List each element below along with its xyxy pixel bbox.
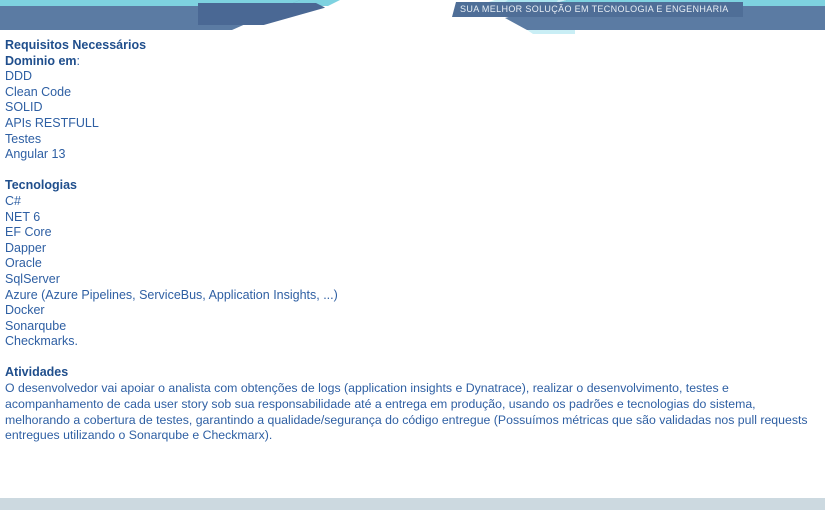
list-item: Angular 13: [5, 147, 66, 162]
list-item: DDD: [5, 69, 33, 84]
requisitos-subtitle-colon: :: [76, 53, 81, 68]
list-item: Clean Code: [5, 84, 72, 99]
atividades-title: Atividades: [5, 365, 69, 380]
requisitos-title: Requisitos Necessários: [5, 38, 147, 52]
header-tagline-text: SUA MELHOR SOLUÇÃO EM TECNOLOGIA E ENGEN…: [460, 4, 729, 14]
section-atividades: Atividades O desenvolvedor vai apoiar o …: [5, 365, 820, 444]
atividades-paragraph: O desenvolvedor vai apoiar o analista co…: [5, 381, 808, 443]
list-item: Dapper: [5, 240, 46, 255]
list-item: Sonarqube: [5, 318, 67, 333]
requisitos-subtitle-text: Dominio em: [5, 53, 77, 68]
tecnologias-title: Tecnologias: [5, 178, 78, 193]
list-item: SOLID: [5, 100, 43, 115]
list-item: APIs RESTFULL: [5, 115, 99, 130]
footer-bar: [0, 497, 825, 510]
page-header-banner: SUA MELHOR SOLUÇÃO EM TECNOLOGIA E ENGEN…: [0, 0, 825, 34]
list-item: Testes: [5, 131, 42, 146]
list-item: Checkmarks.: [5, 334, 78, 349]
list-item: C#: [5, 193, 21, 208]
list-item: NET 6: [5, 209, 41, 224]
list-item: Oracle: [5, 256, 42, 271]
document-content: Requisitos Necessários Dominio em: DDD C…: [5, 38, 820, 444]
requisitos-subtitle: Dominio em:: [5, 54, 820, 70]
list-item: SqlServer: [5, 271, 60, 286]
list-item: Azure (Azure Pipelines, ServiceBus, Appl…: [5, 287, 338, 302]
list-item: Docker: [5, 303, 45, 318]
section-requisitos: Requisitos Necessários Dominio em: DDD C…: [5, 38, 820, 163]
list-item: EF Core: [5, 225, 52, 240]
section-tecnologias: Tecnologias C# NET 6 EF Core Dapper Orac…: [5, 178, 820, 350]
